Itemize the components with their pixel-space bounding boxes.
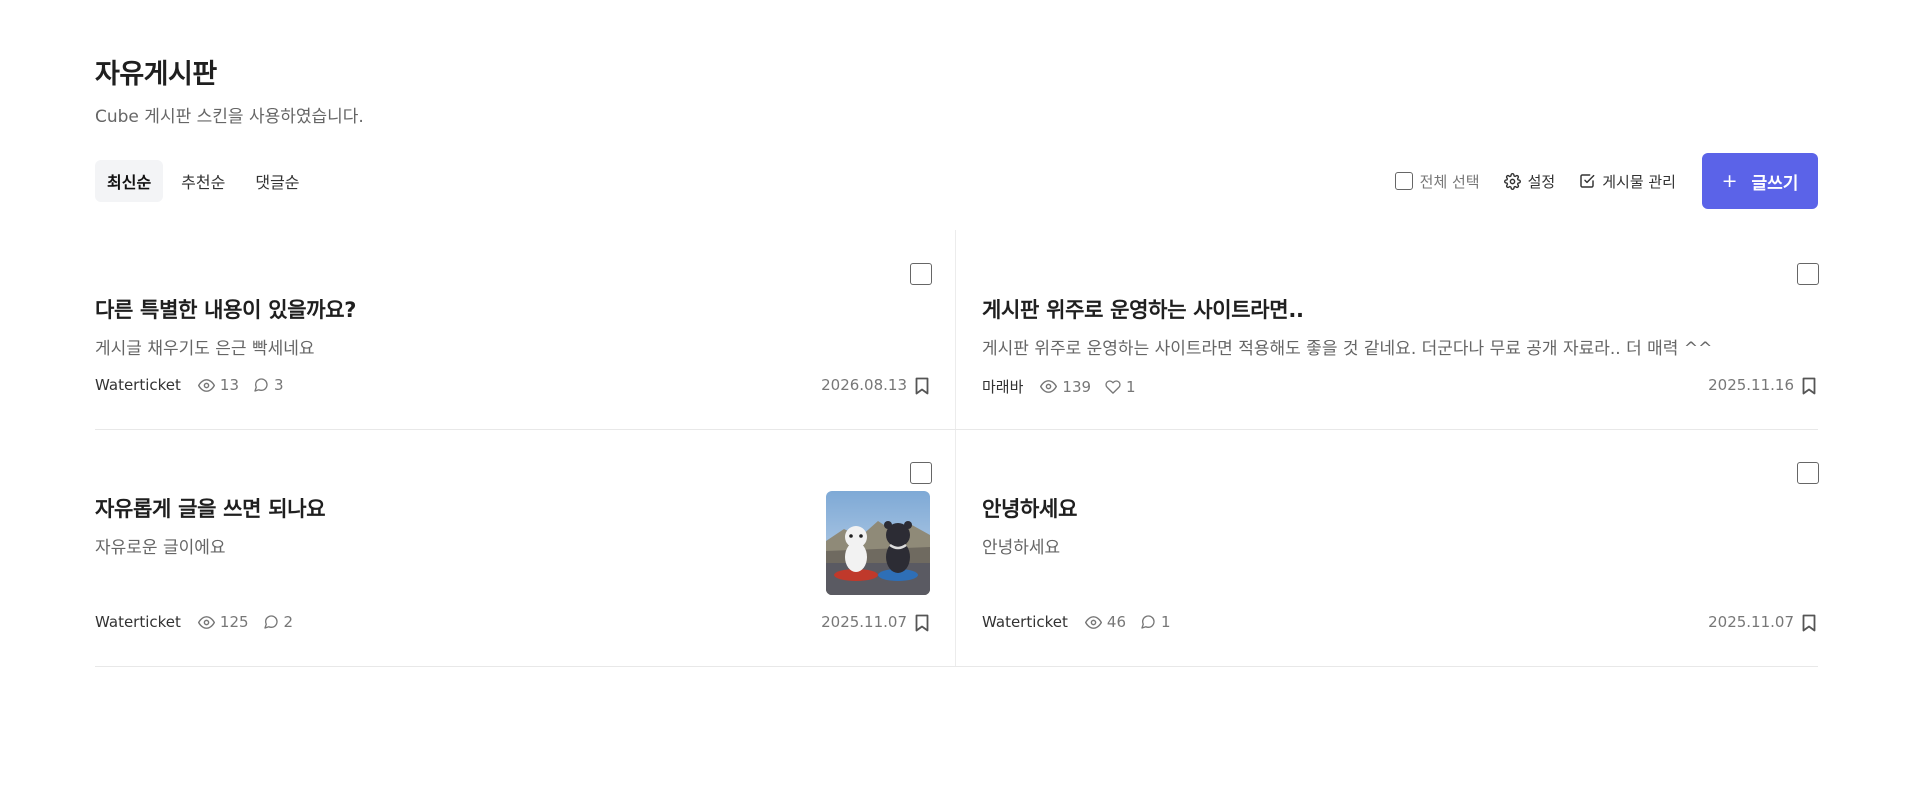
post-title[interactable]: 게시판 위주로 운영하는 사이트라면.. [982,294,1304,324]
post-date: 2025.11.16 [1708,376,1794,394]
bookmark-icon[interactable] [1802,614,1816,632]
checkbox-checked-icon [1580,174,1595,188]
comment-count-value: 2 [283,613,294,631]
comment-icon [254,378,268,392]
manage-posts-button[interactable]: 게시물 관리 [1579,171,1676,192]
sort-tab-comments[interactable]: 댓글순 [243,160,311,202]
comment-icon [1141,615,1155,629]
comment-count-value: 3 [274,376,284,394]
post-thumbnail[interactable] [826,491,930,595]
write-post-button[interactable]: + 글쓰기 [1702,153,1818,209]
post-meta: Waterticket 13 3 [95,376,298,394]
post-title[interactable]: 자유롭게 글을 쓰면 되나요 [95,493,326,523]
post-date: 2026.08.13 [821,376,907,394]
comment-count-value: 1 [1161,613,1171,631]
select-all-checkbox[interactable] [1394,172,1413,190]
bottom-divider [95,666,1818,667]
settings-button[interactable]: 설정 [1503,171,1556,192]
like-count-value: 1 [1126,377,1136,396]
sort-tab-recommended[interactable]: 추천순 [169,160,237,202]
post-meta: 마래바 139 1 [982,376,1150,397]
comment-count: 3 [253,376,284,394]
like-count: 1 [1105,378,1136,396]
bookmark-icon[interactable] [915,377,929,395]
select-all-toggle[interactable]: 전체 선택 [1394,171,1480,192]
view-count: 13 [197,376,239,394]
post-card[interactable]: 다른 특별한 내용이 있을까요? 게시글 채우기도 은근 빡세네요 Watert… [95,230,932,429]
view-count-value: 46 [1106,613,1126,631]
post-select-checkbox[interactable] [1797,462,1819,484]
view-count: 139 [1040,378,1091,396]
comment-count: 2 [263,613,294,631]
post-card[interactable]: 자유롭게 글을 쓰면 되나요 자유로운 글이에요 Waterticket 125… [95,430,932,666]
view-count-value: 13 [219,376,239,394]
post-meta: Waterticket 46 1 [982,613,1185,631]
write-post-label: 글쓰기 [1751,173,1799,194]
board-toolbar: 전체 선택 설정 게시물 관리 + 글쓰기 [1371,153,1818,209]
sort-tab-latest[interactable]: 최신순 [95,160,164,202]
sort-tabs: 최신순 추천순 댓글순 [95,160,312,202]
post-date: 2025.11.07 [821,613,907,631]
eye-icon [1040,380,1058,393]
post-title[interactable]: 다른 특별한 내용이 있을까요? [95,294,356,324]
comment-count: 1 [1140,613,1171,631]
post-author[interactable]: Waterticket [982,613,1068,631]
post-author[interactable]: Waterticket [95,613,181,631]
page-title: 자유게시판 [95,59,217,90]
post-excerpt: 게시글 채우기도 은근 빡세네요 [95,339,315,359]
view-count-value: 139 [1062,377,1092,396]
settings-label: 설정 [1527,172,1556,191]
post-title[interactable]: 안녕하세요 [982,493,1077,523]
manage-posts-label: 게시물 관리 [1602,172,1676,191]
post-excerpt: 자유로운 글이에요 [95,538,226,558]
post-author[interactable]: Waterticket [95,376,181,394]
thumbnail-image [826,491,930,595]
eye-icon [197,378,215,392]
post-excerpt: 안녕하세요 [982,538,1061,558]
post-meta: Waterticket 125 2 [95,613,307,631]
post-card[interactable]: 안녕하세요 안녕하세요 Waterticket 46 1 2025.11.07 [982,430,1819,666]
plus-icon: + [1721,170,1738,192]
post-author[interactable]: 마래바 [982,376,1023,397]
eye-icon [197,615,215,629]
view-count: 125 [197,613,249,631]
heart-icon [1105,379,1121,394]
comment-icon [263,615,278,629]
post-card[interactable]: 게시판 위주로 운영하는 사이트라면.. 게시판 위주로 운영하는 사이트라면 … [982,230,1819,429]
column-divider [955,230,956,667]
post-select-checkbox[interactable] [910,462,932,484]
select-all-label: 전체 선택 [1419,172,1480,191]
bookmark-icon[interactable] [1802,377,1816,395]
post-excerpt: 게시판 위주로 운영하는 사이트라면 적용해도 좋을 것 같네요. 더군다나 무… [982,339,1713,359]
post-date: 2025.11.07 [1708,613,1794,631]
eye-icon [1084,615,1102,629]
view-count: 46 [1084,613,1126,631]
page-description: Cube 게시판 스킨을 사용하였습니다. [95,107,364,127]
bookmark-icon[interactable] [915,614,929,632]
post-select-checkbox[interactable] [1797,263,1819,285]
gear-icon [1503,172,1521,190]
post-select-checkbox[interactable] [910,263,932,285]
view-count-value: 125 [219,613,249,631]
